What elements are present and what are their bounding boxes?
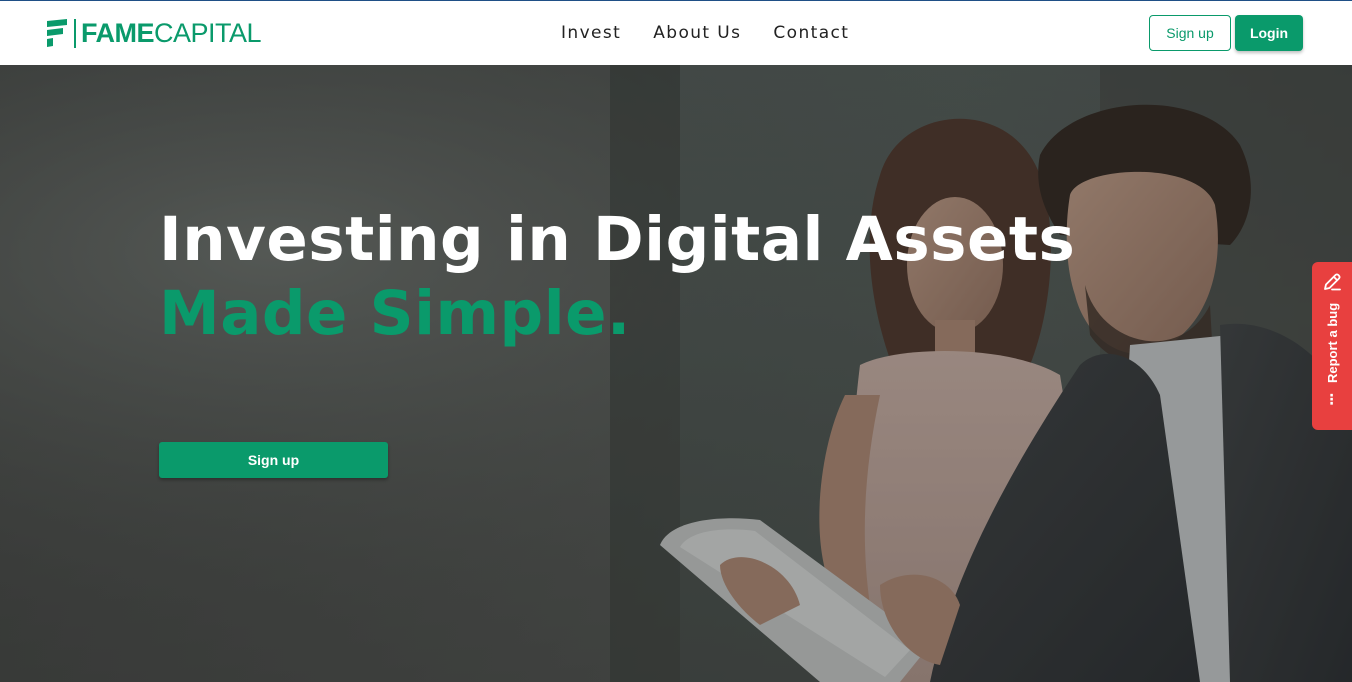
logo-wordmark: FAMECAPITAL xyxy=(81,18,262,48)
site-header: FAMECAPITAL Invest About Us Contact Sign… xyxy=(0,1,1352,65)
brand-logo[interactable]: FAMECAPITAL xyxy=(47,18,262,48)
nav-link-invest[interactable]: Invest xyxy=(545,23,637,43)
more-dots-icon[interactable]: ⋮ xyxy=(1325,392,1340,406)
report-bug-widget[interactable]: Report a bug ⋮ xyxy=(1312,262,1352,430)
hero-subtitle: Made Simple. xyxy=(159,278,631,349)
hero-signup-button[interactable]: Sign up xyxy=(159,442,388,478)
nav-link-contact[interactable]: Contact xyxy=(757,23,865,43)
logo-icon xyxy=(47,19,67,47)
header-login-button[interactable]: Login xyxy=(1235,15,1303,51)
nav-link-about-us[interactable]: About Us xyxy=(637,23,757,43)
hero-background-image xyxy=(0,65,1352,682)
main-nav: Invest About Us Contact xyxy=(545,1,865,65)
logo-divider xyxy=(74,18,76,48)
hero-title: Investing in Digital Assets xyxy=(159,204,1076,275)
logo-wordmark-light: CAPITAL xyxy=(154,18,262,48)
logo-wordmark-bold: FAME xyxy=(81,18,155,48)
header-signup-button[interactable]: Sign up xyxy=(1149,15,1231,51)
hero-section: Investing in Digital Assets Made Simple.… xyxy=(0,65,1352,682)
pencil-icon xyxy=(1324,273,1341,291)
report-bug-label: Report a bug xyxy=(1324,302,1340,384)
